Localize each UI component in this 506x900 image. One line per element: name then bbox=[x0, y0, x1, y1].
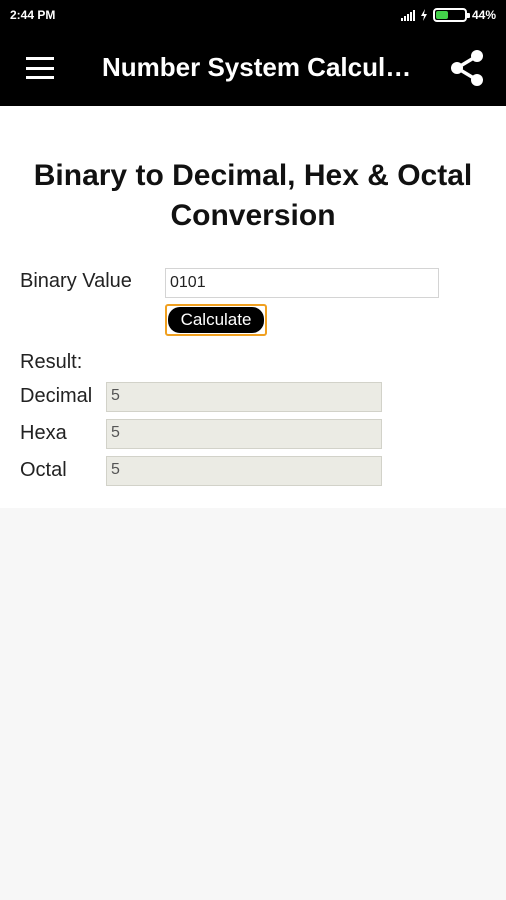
decimal-result-field: 5 bbox=[106, 382, 382, 412]
app-bar: Number System Calcul… bbox=[0, 30, 506, 106]
battery-fill bbox=[435, 11, 449, 19]
menu-icon[interactable] bbox=[26, 57, 54, 79]
status-bar: 2:44 PM 44% bbox=[0, 0, 506, 30]
decimal-label: Decimal bbox=[20, 385, 93, 407]
hexa-label: Hexa bbox=[20, 422, 67, 444]
binary-value-label: Binary Value bbox=[20, 270, 132, 292]
share-icon[interactable] bbox=[448, 48, 486, 88]
status-icons: 44% bbox=[400, 8, 496, 22]
result-label: Result: bbox=[20, 351, 83, 373]
hexa-result-field: 5 bbox=[106, 419, 382, 449]
octal-result-field: 5 bbox=[106, 456, 382, 486]
calculate-button-label: Calculate bbox=[168, 307, 264, 333]
octal-label: Octal bbox=[20, 459, 67, 481]
calculate-button[interactable]: Calculate bbox=[165, 304, 267, 336]
page-title: Binary to Decimal, Hex & Octal Conversio… bbox=[33, 159, 473, 232]
status-time: 2:44 PM bbox=[10, 8, 56, 22]
app-title: Number System Calcul… bbox=[102, 52, 412, 82]
battery-percent: 44% bbox=[471, 8, 496, 22]
battery-icon bbox=[432, 8, 470, 22]
signal-icon bbox=[400, 9, 415, 21]
charging-bolt-icon bbox=[420, 9, 427, 21]
converter-card: Binary to Decimal, Hex & Octal Conversio… bbox=[0, 106, 506, 508]
binary-value-input[interactable] bbox=[165, 268, 439, 298]
